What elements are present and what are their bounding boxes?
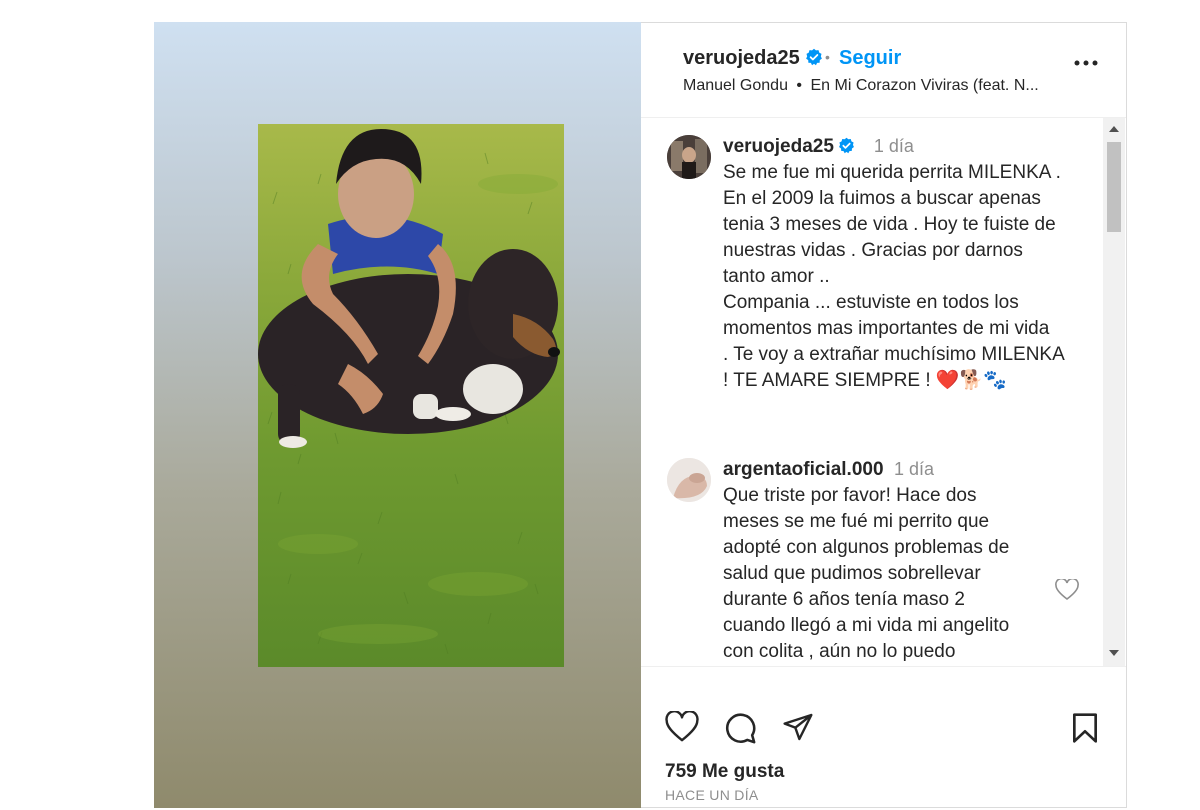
- bookmark-icon: [1073, 713, 1097, 743]
- scrollbar-thumb[interactable]: [1107, 142, 1121, 232]
- more-options-button[interactable]: [1071, 53, 1101, 73]
- comment-header: argentaoficial.000 1 día: [723, 459, 934, 481]
- comment-text: Que triste por favor! Hace dos meses se …: [723, 485, 1010, 662]
- comment-button[interactable]: [723, 711, 757, 750]
- music-info[interactable]: Manuel Gondu • En Mi Corazon Viviras (fe…: [683, 77, 1039, 95]
- like-button[interactable]: [665, 710, 699, 748]
- comment-like-button[interactable]: [1055, 577, 1079, 606]
- scroll-down-icon[interactable]: [1109, 650, 1119, 656]
- comment-username[interactable]: argentaoficial.000: [723, 459, 884, 480]
- avatar[interactable]: [667, 458, 711, 502]
- caption-time[interactable]: 1 día: [874, 136, 914, 156]
- caption-text: Se me fue mi querida perrita MILENKA . E…: [723, 162, 1065, 391]
- post-media[interactable]: [154, 22, 641, 808]
- header-username-row: veruojeda25: [683, 47, 823, 70]
- music-separator: •: [796, 77, 803, 94]
- caption-header: veruojeda25 1 día: [723, 136, 914, 158]
- share-button[interactable]: [781, 711, 815, 748]
- boy-with-dog-illustration: [258, 129, 560, 655]
- avatar-image: [667, 135, 711, 179]
- avatar[interactable]: [667, 135, 711, 179]
- music-artist: Manuel Gondu: [683, 77, 788, 94]
- share-icon: [783, 713, 813, 741]
- post-actions: 759 Me gusta HACE UN DÍA: [641, 666, 1126, 810]
- follow-button[interactable]: Seguir: [839, 47, 901, 70]
- likes-count[interactable]: 759 Me gusta: [665, 761, 784, 783]
- post-header: veruojeda25 • Seguir Manuel Gondu • En M…: [641, 23, 1126, 118]
- header-username[interactable]: veruojeda25: [683, 47, 800, 69]
- post-sidebar: veruojeda25 • Seguir Manuel Gondu • En M…: [641, 22, 1127, 808]
- comments-list[interactable]: veruojeda25 1 día Se me fue mi querida p…: [641, 118, 1103, 666]
- heart-icon: [665, 710, 699, 742]
- comment-time[interactable]: 1 día: [894, 459, 934, 479]
- save-button[interactable]: [1069, 711, 1101, 750]
- avatar-image: [667, 458, 711, 502]
- caption-username[interactable]: veruojeda25: [723, 136, 834, 157]
- comment-icon: [726, 713, 756, 744]
- music-title: En Mi Corazon Viviras (feat. N...: [810, 77, 1039, 94]
- verified-icon: [806, 48, 823, 66]
- post-photo: [258, 124, 564, 667]
- verified-icon: [839, 137, 855, 154]
- header-separator: •: [825, 49, 830, 65]
- comments-scrollbar[interactable]: [1103, 118, 1125, 666]
- post-timestamp[interactable]: HACE UN DÍA: [665, 787, 759, 803]
- heart-icon: [1055, 577, 1079, 601]
- more-icon: [1074, 60, 1098, 66]
- scroll-up-icon[interactable]: [1109, 126, 1119, 132]
